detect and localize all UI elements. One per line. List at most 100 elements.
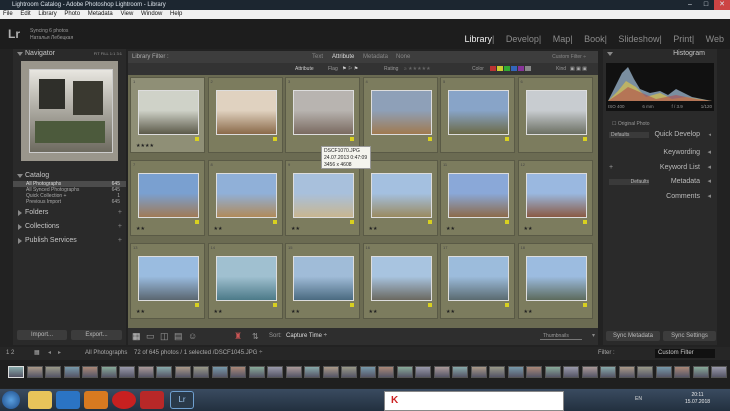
import-button[interactable]: Import... (17, 330, 67, 340)
metadata-preset-select[interactable]: Defaults (609, 179, 649, 185)
filmstrip-thumbnail[interactable] (655, 366, 672, 378)
filmstrip-thumbnail[interactable] (415, 366, 431, 378)
filter-tab-metadata[interactable]: Metadata (363, 51, 388, 63)
keyword-list-toggle-icon[interactable]: ◂ (707, 163, 711, 173)
photo-thumbnail[interactable] (448, 90, 509, 135)
filmstrip-thumbnail[interactable] (285, 366, 302, 378)
sync-metadata-button[interactable]: Sync Metadata (606, 331, 660, 341)
photo-thumbnail[interactable] (138, 173, 199, 218)
photo-thumbnail[interactable] (293, 256, 354, 301)
menu-window[interactable]: Window (141, 11, 162, 17)
loupe-view-icon[interactable]: ▭ (146, 328, 155, 345)
metadata-header[interactable]: Defaults Metadata ◂ (606, 177, 714, 187)
photo-thumbnail[interactable] (215, 173, 277, 218)
zoom-3-1[interactable]: 3:1 (116, 51, 122, 56)
photo-thumbnail[interactable] (525, 173, 587, 218)
catalog-header[interactable]: Catalog (13, 171, 126, 181)
grid-cell[interactable]: 13 ★★ (130, 243, 205, 319)
language-indicator[interactable]: EN (635, 396, 642, 402)
filter-tab-none[interactable]: None (396, 51, 410, 63)
rating-filter-stars[interactable]: ≥ ★★★★★ (404, 63, 431, 75)
filmstrip-thumbnail[interactable] (193, 366, 209, 378)
forward-arrow-icon[interactable]: ▸ (58, 347, 61, 360)
filmstrip-thumbnail[interactable] (507, 366, 524, 378)
grid-cell[interactable]: 11 ★★ (440, 160, 515, 236)
ie-icon[interactable] (56, 391, 80, 409)
keyword-list-header[interactable]: + Keyword List ◂ (606, 163, 714, 173)
notification-popup[interactable]: K (384, 391, 564, 411)
star-rating[interactable]: ★★ (446, 226, 455, 232)
star-rating[interactable]: ★★ (136, 309, 145, 315)
module-print[interactable]: Print (673, 34, 692, 44)
add-keyword-icon[interactable]: + (609, 163, 613, 173)
filmstrip-thumbnail[interactable] (304, 366, 320, 378)
back-arrow-icon[interactable]: ◂ (48, 347, 51, 360)
menu-view[interactable]: View (120, 11, 133, 17)
grid-nav-icon[interactable]: ▦ (34, 347, 40, 360)
photo-thumbnail[interactable] (293, 173, 354, 218)
navigator-preview[interactable] (21, 61, 118, 161)
photo-thumbnail[interactable] (370, 173, 432, 218)
color-filter-yellow[interactable] (497, 66, 503, 71)
histogram-header[interactable]: Histogram (603, 49, 717, 59)
filmstrip-thumbnail[interactable] (692, 366, 709, 378)
filter-tab-attribute[interactable]: Attribute (332, 51, 354, 63)
maximize-icon[interactable]: □ (698, 0, 714, 10)
grid-cell[interactable]: 16 ★★ (362, 243, 438, 319)
minimize-icon[interactable]: – (682, 0, 698, 10)
grid-cell[interactable]: 6 (517, 77, 593, 153)
grid-view-icon[interactable]: ▦ (132, 328, 141, 345)
filmstrip-thumbnail[interactable] (618, 366, 635, 378)
photo-thumbnail[interactable] (525, 90, 587, 135)
photo-thumbnail[interactable] (448, 256, 509, 301)
painter-icon[interactable]: ♜ (234, 328, 242, 345)
filmstrip-thumbnail[interactable] (119, 366, 135, 378)
filmstrip-thumbnail[interactable] (26, 366, 43, 378)
compare-view-icon[interactable]: ◫ (160, 328, 169, 345)
media-player-icon[interactable] (84, 391, 108, 409)
comments-header[interactable]: Comments ◂ (606, 192, 714, 202)
filmstrip-thumbnail[interactable] (100, 366, 117, 378)
menu-help[interactable]: Help (170, 11, 182, 17)
star-rating[interactable]: ★★ (291, 309, 300, 315)
photo-thumbnail[interactable] (215, 256, 277, 301)
toolbar-menu-icon[interactable]: ▾ (592, 328, 595, 345)
filmstrip-thumbnail[interactable] (322, 366, 339, 378)
filmstrip-thumbnail[interactable] (489, 366, 505, 378)
filmstrip-thumbnail[interactable] (581, 366, 598, 378)
thumbnail-size-slider[interactable] (540, 339, 582, 340)
module-book[interactable]: Book (584, 34, 605, 44)
menu-photo[interactable]: Photo (64, 11, 80, 17)
photo-thumbnail[interactable] (215, 90, 277, 135)
filmstrip-thumbnail[interactable] (452, 366, 468, 378)
module-web[interactable]: Web (706, 34, 724, 44)
zoom-1-1[interactable]: 1:1 (110, 51, 116, 56)
start-button-icon[interactable] (2, 391, 20, 409)
menu-library[interactable]: Library (38, 11, 56, 17)
sort-select[interactable]: Capture Time ÷ (286, 328, 327, 345)
filmstrip-thumbnail[interactable] (600, 366, 616, 378)
star-rating[interactable]: ★★ (524, 226, 533, 232)
grid-cell[interactable]: 12 ★★ (517, 160, 593, 236)
grid-cell[interactable]: 18 ★★ (517, 243, 593, 319)
grid-cell[interactable]: 17 ★★ (440, 243, 515, 319)
grid-cell[interactable]: 4 (362, 77, 438, 153)
filter-preset-select[interactable]: Custom Filter ÷ (552, 51, 586, 63)
sync-settings-button[interactable]: Sync Settings (663, 331, 716, 341)
flag-filter-icons[interactable]: ⚑ ⚐ ⚑ (342, 63, 358, 75)
grid-cell[interactable]: 5 (440, 77, 515, 153)
grid-cell[interactable]: 14 ★★ (207, 243, 283, 319)
module-slideshow[interactable]: Slideshow (618, 34, 659, 44)
keywording-header[interactable]: Keywording ◂ (606, 148, 714, 158)
photo-thumbnail[interactable] (138, 90, 199, 135)
export-button[interactable]: Export... (71, 330, 122, 340)
filmstrip-thumbnail[interactable] (174, 366, 191, 378)
star-rating[interactable]: ★★ (446, 309, 455, 315)
filmstrip-thumbnail[interactable] (396, 366, 413, 378)
survey-view-icon[interactable]: ▤ (174, 328, 183, 345)
filmstrip-thumbnail[interactable] (267, 366, 283, 378)
grid-cell[interactable]: 3 (285, 77, 360, 153)
filmstrip-thumbnail[interactable] (63, 366, 80, 378)
color-filter-purple[interactable] (518, 66, 524, 71)
folders-header[interactable]: Folders + (13, 208, 126, 218)
